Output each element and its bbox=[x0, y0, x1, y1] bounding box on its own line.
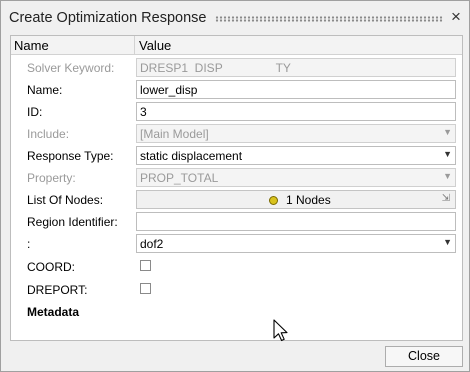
response-type-dropdown[interactable]: static displacement ▼ bbox=[136, 146, 456, 165]
region-identifier-label: Region Identifier: bbox=[27, 215, 118, 229]
row-solver-keyword: Solver Keyword: DRESP1 DISP TY bbox=[11, 57, 462, 79]
include-value: [Main Model] bbox=[140, 127, 209, 141]
column-header-value: Value bbox=[139, 38, 172, 53]
solver-keyword-value: DRESP1 DISP TY bbox=[140, 61, 291, 75]
solver-keyword-label: Solver Keyword: bbox=[27, 61, 115, 75]
coord-checkbox[interactable] bbox=[140, 260, 151, 271]
mouse-pointer-icon bbox=[273, 319, 288, 342]
row-response-type: Response Type: static displacement ▼ bbox=[11, 145, 462, 167]
table-header: Name Value bbox=[11, 36, 462, 55]
id-value: 3 bbox=[140, 105, 147, 119]
node-icon bbox=[269, 196, 278, 205]
property-value: PROP_TOTAL bbox=[140, 171, 219, 185]
column-divider[interactable] bbox=[134, 36, 135, 54]
row-include: Include: [Main Model] ▼ bbox=[11, 123, 462, 145]
dof-label: : bbox=[27, 237, 31, 251]
chevron-down-icon[interactable]: ▼ bbox=[443, 149, 452, 159]
solver-keyword-field: DRESP1 DISP TY bbox=[136, 58, 456, 77]
property-table: Name Value Solver Keyword: DRESP1 DISP T… bbox=[10, 35, 463, 341]
row-coord: COORD: bbox=[11, 256, 462, 278]
row-id: ID: 3 bbox=[11, 101, 462, 123]
dialog-title: Create Optimization Response bbox=[9, 10, 207, 26]
row-property: Property: PROP_TOTAL ▼ bbox=[11, 167, 462, 189]
id-field[interactable]: 3 bbox=[136, 102, 456, 121]
node-selector-button[interactable]: 1 Nodes ⇲ bbox=[136, 190, 456, 209]
property-label: Property: bbox=[27, 171, 76, 185]
dreport-label: DREPORT: bbox=[27, 283, 88, 297]
row-list-of-nodes: List Of Nodes: 1 Nodes ⇲ bbox=[11, 189, 462, 211]
row-dreport: DREPORT: bbox=[11, 279, 462, 301]
node-count: 1 Nodes bbox=[286, 193, 331, 207]
metadata-label[interactable]: Metadata bbox=[27, 305, 79, 319]
include-label: Include: bbox=[27, 127, 70, 141]
region-identifier-field[interactable] bbox=[136, 212, 456, 231]
include-dropdown: [Main Model] ▼ bbox=[136, 124, 456, 143]
name-value: lower_disp bbox=[140, 83, 198, 97]
response-type-label: Response Type: bbox=[27, 149, 114, 163]
dof-dropdown[interactable]: dof2 ▼ bbox=[136, 234, 456, 253]
chevron-down-icon: ▼ bbox=[443, 171, 452, 181]
name-label: Name: bbox=[27, 83, 63, 97]
title-bar[interactable]: Create Optimization Response × bbox=[1, 1, 469, 35]
close-button[interactable]: Close bbox=[385, 346, 463, 367]
row-metadata: Metadata bbox=[11, 301, 462, 323]
property-dropdown: PROP_TOTAL ▼ bbox=[136, 168, 456, 187]
create-optimization-response-dialog: Create Optimization Response × Name Valu… bbox=[0, 0, 470, 372]
column-header-name: Name bbox=[14, 38, 49, 53]
coord-label: COORD: bbox=[27, 260, 75, 274]
dreport-checkbox[interactable] bbox=[140, 283, 151, 294]
name-field[interactable]: lower_disp bbox=[136, 80, 456, 99]
dof-value: dof2 bbox=[140, 237, 164, 251]
drag-grip-icon[interactable] bbox=[215, 16, 443, 22]
id-label: ID: bbox=[27, 105, 43, 119]
row-name: Name: lower_disp bbox=[11, 79, 462, 101]
response-type-value: static displacement bbox=[140, 149, 243, 163]
list-of-nodes-label: List Of Nodes: bbox=[27, 193, 104, 207]
row-region-identifier: Region Identifier: bbox=[11, 211, 462, 233]
chevron-down-icon: ▼ bbox=[443, 127, 452, 137]
row-dof: : dof2 ▼ bbox=[11, 233, 462, 255]
close-icon[interactable]: × bbox=[448, 8, 464, 26]
chevron-down-icon[interactable]: ▼ bbox=[443, 237, 452, 247]
selection-cursor-icon: ⇲ bbox=[441, 193, 450, 204]
